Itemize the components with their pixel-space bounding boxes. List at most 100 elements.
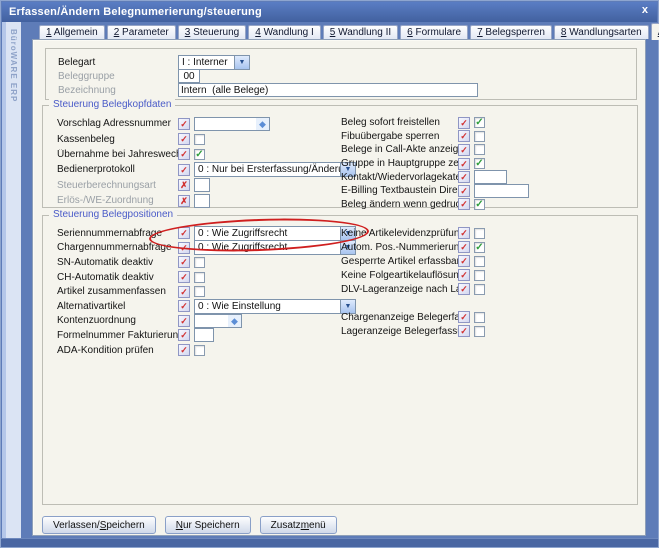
tab-5-wandlung-ii[interactable]: 5 Wandlung II bbox=[323, 25, 398, 39]
checkbox[interactable] bbox=[194, 257, 205, 268]
tab-1-allgemein[interactable]: 1 Allgemein bbox=[39, 25, 105, 39]
checkbox[interactable] bbox=[194, 286, 205, 297]
checkbox[interactable] bbox=[474, 326, 485, 337]
bezeichnung-field[interactable]: Intern (alle Belege) bbox=[178, 83, 478, 97]
flag-edit-icon[interactable]: ✓ bbox=[458, 269, 470, 281]
flag-edit-icon[interactable]: ✓ bbox=[178, 164, 190, 176]
field-label: Beleg ändern wenn gedruckt bbox=[341, 199, 458, 210]
field-label: Kontenzuordnung bbox=[57, 315, 178, 326]
belegart-dropdown[interactable]: I : Interner ▼ bbox=[178, 55, 250, 70]
form-row: Beleg sofort freistellen✓✓ bbox=[341, 116, 636, 130]
text-field[interactable] bbox=[194, 328, 214, 342]
field-label: Beleggruppe bbox=[58, 71, 178, 82]
tab-3-steuerung[interactable]: 3 Steuerung bbox=[178, 25, 247, 39]
flag-edit-icon[interactable]: ✓ bbox=[458, 241, 470, 253]
flag-edit-icon[interactable]: ✓ bbox=[178, 300, 190, 312]
checkbox[interactable] bbox=[474, 131, 485, 142]
flag-edit-icon[interactable]: ✓ bbox=[178, 118, 190, 130]
form-row: Belege in Call-Akte anzeigen✓ bbox=[341, 143, 636, 157]
close-icon[interactable]: x bbox=[642, 4, 648, 16]
text-field[interactable] bbox=[474, 170, 507, 184]
form-row: Chargenanzeige Belegerfassung✓ bbox=[341, 310, 636, 324]
form-row: Kassenbeleg✓ bbox=[57, 131, 387, 146]
tab-7-belegsperren[interactable]: 7 Belegsperren bbox=[470, 25, 552, 39]
flag-edit-icon[interactable]: ✓ bbox=[458, 227, 470, 239]
form-row: Steuerberechnungsart✗ bbox=[57, 178, 387, 193]
checkbox[interactable]: ✓ bbox=[474, 199, 485, 210]
flag-edit-icon[interactable]: ✓ bbox=[458, 158, 470, 170]
lookup-diamond-icon[interactable]: ◆ bbox=[256, 118, 269, 130]
form-row: SN-Automatik deaktiv✓ bbox=[57, 255, 387, 270]
flag-edit-icon[interactable]: ✓ bbox=[178, 148, 190, 160]
dropdown[interactable]: 0 : Wie Zugriffsrecht▼ bbox=[194, 240, 356, 255]
lookup-diamond-icon[interactable]: ◆ bbox=[228, 315, 241, 327]
lookup-field[interactable]: ◆ bbox=[194, 117, 270, 131]
flag-edit-icon[interactable]: ✓ bbox=[458, 311, 470, 323]
title-bar[interactable]: Erfassen/Ändern Belegnumerierung/steueru… bbox=[2, 2, 657, 22]
flag-edit-icon[interactable]: ✓ bbox=[178, 271, 190, 283]
tab-4-wandlung-i[interactable]: 4 Wandlung I bbox=[248, 25, 321, 39]
tab-8-wandlungsarten[interactable]: 8 Wandlungsarten bbox=[554, 25, 649, 39]
flag-edit-icon[interactable]: ✓ bbox=[178, 329, 190, 341]
checkbox[interactable]: ✓ bbox=[194, 149, 205, 160]
flag-edit-icon[interactable]: ✓ bbox=[458, 171, 470, 183]
checkbox[interactable] bbox=[474, 144, 485, 155]
checkbox[interactable]: ✓ bbox=[474, 158, 485, 169]
flag-edit-icon[interactable]: ✓ bbox=[178, 242, 190, 254]
flag-edit-icon[interactable]: ✓ bbox=[458, 198, 470, 210]
checkbox[interactable] bbox=[474, 284, 485, 295]
text-field[interactable] bbox=[194, 194, 210, 208]
flag-edit-icon[interactable]: ✓ bbox=[458, 130, 470, 142]
flag-blocked-icon[interactable]: ✗ bbox=[178, 179, 190, 191]
dropdown[interactable]: 0 : Wie Zugriffsrecht▼ bbox=[194, 226, 356, 241]
flag-edit-icon[interactable]: ✓ bbox=[458, 117, 470, 129]
field-label: Keine Folgeartikelauflösung bbox=[341, 270, 458, 281]
dropdown-value: I : Interner bbox=[179, 56, 234, 69]
flag-edit-icon[interactable]: ✓ bbox=[178, 227, 190, 239]
flag-edit-icon[interactable]: ✓ bbox=[458, 255, 470, 267]
checkbox[interactable]: ✓ bbox=[474, 242, 485, 253]
checkbox[interactable] bbox=[474, 256, 485, 267]
flag-edit-icon[interactable]: ✓ bbox=[458, 185, 470, 197]
flag-edit-icon[interactable]: ✓ bbox=[178, 286, 190, 298]
dropdown[interactable]: 0 : Wie Einstellung▼ bbox=[194, 299, 356, 314]
flag-edit-icon[interactable]: ✓ bbox=[178, 315, 190, 327]
text-field[interactable] bbox=[194, 178, 210, 192]
button-verlassen-speichern[interactable]: Verlassen/Speichern bbox=[42, 516, 156, 534]
tab-6-formulare[interactable]: 6 Formulare bbox=[400, 25, 468, 39]
flag-edit-icon[interactable]: ✓ bbox=[178, 133, 190, 145]
field-label: Keine Artikelevidenzprüfung bbox=[341, 228, 458, 239]
checkbox[interactable] bbox=[474, 312, 485, 323]
footer: Verlassen/Speichern Nur Speichern Zusatzme… bbox=[42, 516, 337, 534]
button-nur-speichern[interactable]: Nur Speichern bbox=[165, 516, 251, 534]
form-row: Bedienerprotokoll✓0 : Nur bei Ersterfass… bbox=[57, 162, 387, 177]
flag-blocked-icon[interactable]: ✗ bbox=[178, 195, 190, 207]
form-row: Artikel zusammenfassen✓ bbox=[57, 284, 387, 299]
column-right: Keine Artikelevidenzprüfung✓Autom. Pos.-… bbox=[341, 226, 636, 338]
column-right: Beleg sofort freistellen✓✓Fibuübergabe s… bbox=[341, 116, 636, 211]
field-label: Gruppe in Hauptgruppe zeigen bbox=[341, 158, 458, 169]
flag-edit-icon[interactable]: ✓ bbox=[458, 325, 470, 337]
beleggruppe-field[interactable]: 00 bbox=[178, 69, 200, 83]
checkbox[interactable] bbox=[194, 134, 205, 145]
flag-edit-icon[interactable]: ✓ bbox=[178, 256, 190, 268]
checkbox[interactable] bbox=[474, 228, 485, 239]
chevron-down-icon[interactable]: ▼ bbox=[234, 56, 249, 69]
tab-2-parameter[interactable]: 2 Parameter bbox=[107, 25, 176, 39]
section-belegkopfdaten: Steuerung Belegkopfdaten Vorschlag Adres… bbox=[42, 105, 638, 208]
dropdown[interactable]: 0 : Nur bei Ersterfassung/Änderung▼ bbox=[194, 162, 356, 177]
text-field[interactable] bbox=[474, 184, 529, 198]
field-label: SN-Automatik deaktiv bbox=[57, 257, 178, 268]
checkbox[interactable] bbox=[194, 272, 205, 283]
field-label: Übernahme bei Jahreswechsel bbox=[57, 149, 178, 160]
form-row: Chargennummernabfrage✓0 : Wie Zugriffsre… bbox=[57, 241, 387, 256]
checkbox[interactable]: ✓ bbox=[474, 117, 485, 128]
checkbox[interactable] bbox=[194, 345, 205, 356]
flag-edit-icon[interactable]: ✓ bbox=[178, 344, 190, 356]
flag-edit-icon[interactable]: ✓ bbox=[458, 144, 470, 156]
tab-a-sonstige[interactable]: A Sonstige bbox=[651, 23, 659, 40]
flag-edit-icon[interactable]: ✓ bbox=[458, 283, 470, 295]
button-zusatzmen[interactable]: Zusatzmenü bbox=[260, 516, 337, 534]
checkbox[interactable] bbox=[474, 270, 485, 281]
lookup-field[interactable]: ◆ bbox=[194, 314, 242, 328]
